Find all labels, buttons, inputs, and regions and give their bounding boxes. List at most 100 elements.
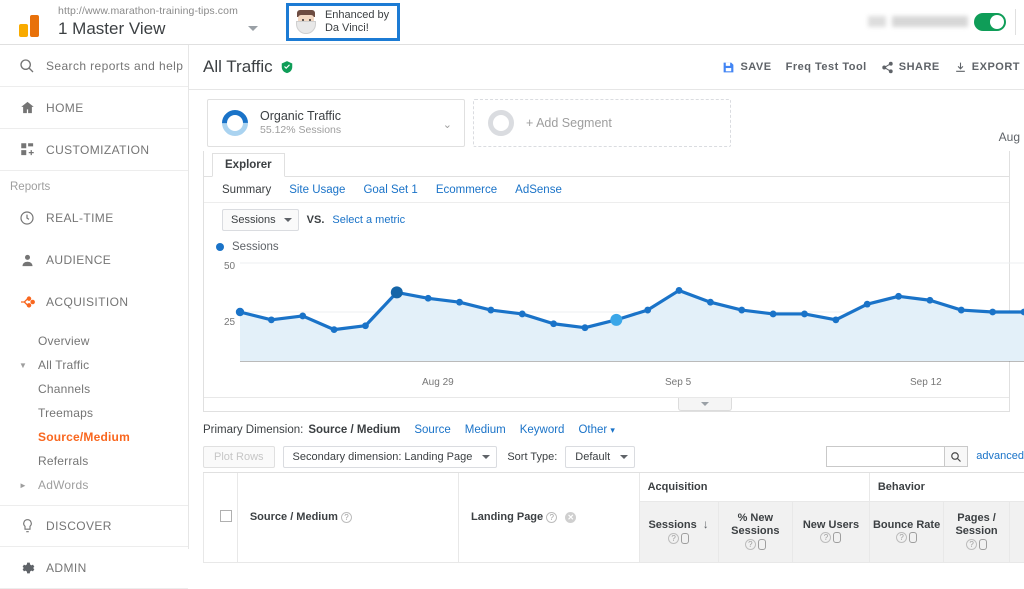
sidebar-item-referrals[interactable]: Referrals — [0, 449, 188, 473]
applied-segment[interactable]: Organic Traffic 55.12% Sessions ⌄ — [207, 99, 465, 147]
share-button[interactable]: SHARE — [881, 61, 940, 74]
sidebar-item-home[interactable]: HOME — [0, 87, 188, 129]
sidebar-item-customization[interactable]: CUSTOMIZATION — [0, 129, 188, 171]
subtab-ecommerce[interactable]: Ecommerce — [436, 184, 497, 196]
sidebar-item-real-time[interactable]: REAL-TIME — [0, 197, 188, 239]
sidebar-item-label: ADMIN — [46, 561, 87, 575]
davinci-face-icon — [293, 9, 319, 35]
sidebar-item-adwords[interactable]: ► AdWords — [0, 473, 188, 497]
subtab-site-usage[interactable]: Site Usage — [289, 184, 345, 196]
select-a-metric-link[interactable]: Select a metric — [332, 214, 405, 226]
help-icon[interactable]: ? — [546, 512, 557, 523]
annotation-icon[interactable] — [681, 533, 689, 544]
primary-dimension-source[interactable]: Source — [414, 424, 450, 436]
chart-canvas — [218, 257, 1024, 375]
column-label: Pages / Session — [946, 512, 1006, 538]
help-icon[interactable]: ? — [745, 539, 756, 550]
column-new-users[interactable]: New Users ? — [793, 501, 870, 562]
account-chevron-down-icon[interactable] — [248, 26, 258, 31]
page-title: All Traffic — [203, 57, 273, 77]
select-all-checkbox[interactable] — [220, 510, 232, 522]
help-icon[interactable]: ? — [341, 512, 352, 523]
shield-check-icon — [280, 59, 294, 75]
secondary-dimension-select[interactable]: Secondary dimension: Landing Page — [283, 446, 498, 468]
column-sessions[interactable]: Sessions↓ ? — [639, 501, 718, 562]
metric-selector-row: Sessions VS. Select a metric — [204, 203, 1009, 237]
search-icon — [8, 58, 46, 74]
chevron-down-icon[interactable]: ▼ — [8, 361, 38, 370]
sort-type-label: Sort Type: — [507, 451, 557, 463]
sidebar-item-all-traffic[interactable]: ▼ All Traffic — [0, 353, 188, 377]
subtab-adsense[interactable]: AdSense — [515, 184, 562, 196]
sidebar-item-overview[interactable]: Overview — [0, 329, 188, 353]
sidebar-item-discover[interactable]: DISCOVER — [0, 505, 188, 547]
primary-dimension-medium[interactable]: Medium — [465, 424, 506, 436]
sidebar-sub-label: Source/Medium — [38, 430, 130, 444]
sidebar-item-treemaps[interactable]: Treemaps — [0, 401, 188, 425]
plot-rows-button[interactable]: Plot Rows — [203, 446, 275, 468]
extension-badge-line2: Da Vinci! — [325, 22, 389, 35]
sort-type-select[interactable]: Default — [565, 446, 635, 468]
davinci-extension-badge[interactable]: Enhanced by Da Vinci! — [286, 3, 400, 41]
annotation-icon[interactable] — [758, 539, 766, 550]
column-bounce-rate[interactable]: Bounce Rate ? — [869, 501, 943, 562]
save-button[interactable]: SAVE — [722, 61, 771, 74]
advanced-link[interactable]: advanced — [976, 450, 1024, 462]
help-icon[interactable]: ? — [820, 532, 831, 543]
help-icon[interactable]: ? — [668, 533, 679, 544]
sidebar-item-acquisition[interactable]: ACQUISITION — [0, 281, 188, 323]
column-pages-session[interactable]: Pages / Session ? — [944, 501, 1009, 562]
sidebar-item-label: CUSTOMIZATION — [46, 143, 149, 157]
chevron-down-icon[interactable]: ⌄ — [443, 118, 452, 131]
bulb-icon — [8, 518, 46, 534]
metric-select[interactable]: Sessions — [222, 209, 299, 231]
primary-dimension-keyword[interactable]: Keyword — [520, 424, 565, 436]
legend-dot-sessions — [216, 243, 224, 251]
add-segment-label: + Add Segment — [526, 116, 612, 130]
sidebar-search[interactable]: Search reports and help — [0, 45, 188, 87]
subtab-goal-set-1[interactable]: Goal Set 1 — [363, 184, 417, 196]
subtab-summary[interactable]: Summary — [222, 184, 271, 196]
sidebar-item-label: DISCOVER — [46, 519, 112, 533]
chevron-down-icon: ▾ — [610, 425, 615, 435]
export-icon — [954, 61, 967, 74]
chart-scrubber[interactable] — [204, 397, 1009, 411]
google-analytics-logo — [6, 7, 52, 37]
segment-name: Organic Traffic — [260, 109, 341, 124]
sidebar-item-channels[interactable]: Channels — [0, 377, 188, 401]
account-selector[interactable]: http://www.marathon-training-tips.com 1 … — [58, 5, 238, 39]
help-icon[interactable]: ? — [966, 539, 977, 550]
annotation-icon[interactable] — [979, 539, 987, 550]
primary-dimension-other[interactable]: Other ▾ — [578, 424, 615, 436]
annotation-icon[interactable] — [909, 532, 917, 543]
sort-desc-icon[interactable]: ↓ — [703, 518, 709, 531]
sessions-chart[interactable]: 50 25 Aug 29 Sep 5 Sep 12 — [210, 257, 1003, 397]
freq-test-tool-button[interactable]: Freq Test Tool — [786, 61, 867, 73]
sidebar-item-admin[interactable]: ADMIN — [0, 547, 188, 589]
column-label: New Users — [795, 519, 867, 532]
primary-dimension-current[interactable]: Source / Medium — [308, 424, 400, 436]
chart-collapse-handle[interactable] — [678, 398, 732, 411]
sidebar-item-audience[interactable]: AUDIENCE — [0, 239, 188, 281]
sidebar-sub-label: All Traffic — [38, 358, 89, 372]
top-bar: http://www.marathon-training-tips.com 1 … — [0, 0, 1024, 45]
remove-secondary-dimension-icon[interactable]: ✕ — [565, 512, 576, 523]
search-button[interactable] — [944, 446, 968, 467]
annotation-icon[interactable] — [833, 532, 841, 543]
column-pct-new-sessions[interactable]: % New Sessions ? — [718, 501, 792, 562]
help-icon[interactable]: ? — [896, 532, 907, 543]
save-icon — [722, 61, 735, 74]
report-header: All Traffic SAVE Freq Test Tool — [189, 45, 1024, 90]
add-segment-button[interactable]: + Add Segment — [473, 99, 731, 147]
customization-icon — [8, 142, 46, 157]
date-range-selector[interactable]: Aug — [999, 130, 1020, 144]
export-button[interactable]: EXPORT — [954, 61, 1020, 74]
column-avg-session-duration[interactable]: Avg. Session Duration ? — [1009, 501, 1024, 562]
sidebar-item-source-medium[interactable]: Source/Medium — [0, 425, 188, 449]
chevron-right-icon[interactable]: ► — [8, 481, 38, 490]
feature-toggle[interactable] — [974, 13, 1006, 31]
tab-explorer[interactable]: Explorer — [212, 153, 285, 177]
x-tick-sep12: Sep 12 — [910, 377, 942, 388]
search-input[interactable] — [826, 446, 944, 467]
secondary-dimension-value: Secondary dimension: Landing Page — [293, 451, 473, 463]
